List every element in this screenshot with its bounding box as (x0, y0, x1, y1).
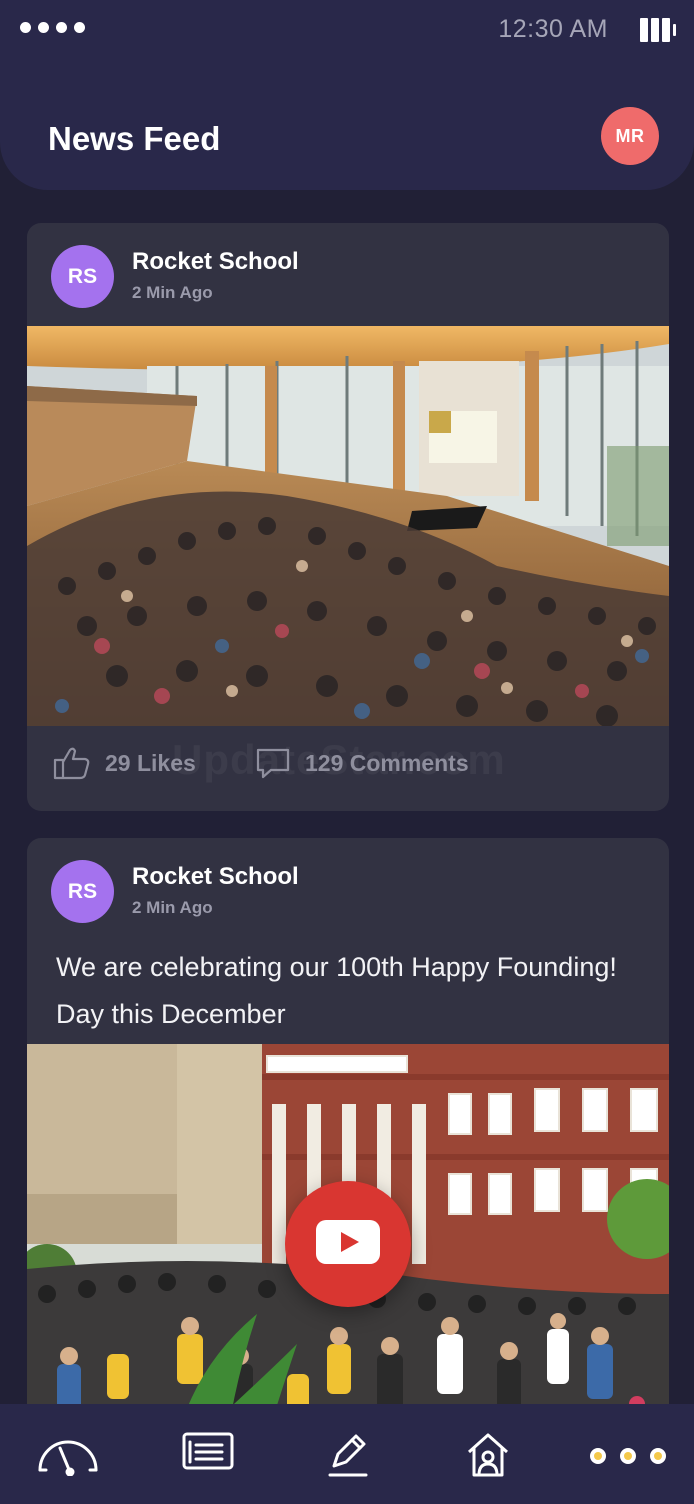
comment-bubble-icon (255, 746, 291, 780)
nav-more[interactable] (588, 1446, 668, 1471)
post-text: We are celebrating our 100th Happy Found… (56, 952, 617, 1029)
post-time: 2 Min Ago (132, 898, 213, 917)
page-title: News Feed (48, 120, 221, 157)
likes-count: 29 Likes (105, 749, 196, 776)
like-button[interactable]: 29 Likes (53, 746, 196, 780)
auditorium-photo[interactable] (27, 326, 669, 726)
post-header: RS Rocket School 2 Min Ago (27, 223, 669, 326)
app-header: 12:30 AM News Feed MR (0, 0, 694, 190)
signal-dots-icon (20, 22, 85, 33)
play-video-button[interactable] (285, 1181, 411, 1307)
nav-dashboard[interactable] (36, 1432, 100, 1481)
post-card: RS Rocket School 2 Min Ago We are celebr… (27, 838, 669, 1438)
post-card: RS Rocket School 2 Min Ago UpdateStar.co… (27, 223, 669, 811)
author-name[interactable]: Rocket School (132, 863, 299, 891)
user-avatar[interactable]: MR (601, 107, 659, 165)
nav-home[interactable] (466, 1432, 510, 1483)
edit-pencil-icon (326, 1432, 370, 1483)
youtube-play-icon (316, 1219, 380, 1269)
campus-video-thumbnail[interactable] (27, 1044, 669, 1438)
post-time: 2 Min Ago (132, 283, 213, 302)
author-avatar[interactable]: RS (51, 245, 114, 308)
news-list-icon (182, 1432, 234, 1477)
more-dots-icon (588, 1446, 668, 1471)
battery-icon (640, 18, 680, 42)
nav-news[interactable] (182, 1432, 234, 1477)
home-icon (466, 1432, 510, 1483)
post-header: RS Rocket School 2 Min Ago (27, 838, 669, 941)
status-time: 12:30 AM (498, 15, 608, 43)
bottom-nav (0, 1404, 694, 1504)
comment-button[interactable]: 129 Comments (255, 746, 469, 780)
comments-count: 129 Comments (305, 749, 469, 776)
thumbs-up-icon (53, 746, 91, 780)
dashboard-gauge-icon (36, 1432, 100, 1481)
author-name[interactable]: Rocket School (132, 248, 299, 276)
post-actions: UpdateStar.com 29 Likes 129 Comments (27, 726, 669, 811)
author-avatar[interactable]: RS (51, 860, 114, 923)
nav-compose[interactable] (326, 1432, 370, 1483)
